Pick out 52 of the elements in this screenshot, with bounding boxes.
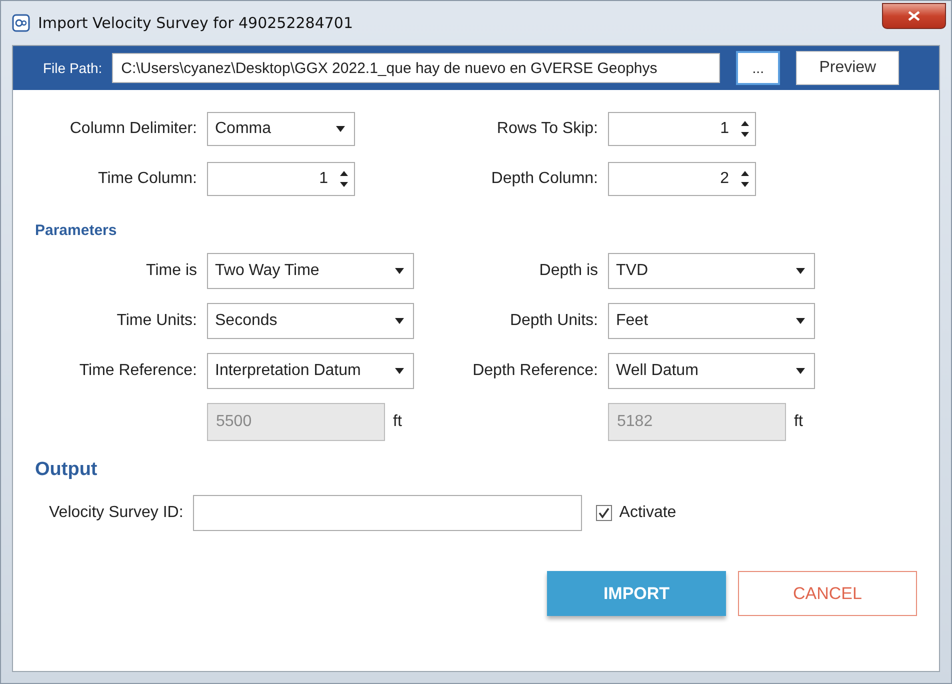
caret-icon (336, 126, 345, 132)
number-spinner[interactable]: 1 (608, 112, 756, 146)
field-label: Time is (145, 262, 197, 280)
down-arrow-icon (741, 182, 749, 187)
close-button[interactable] (882, 3, 946, 29)
dropdown[interactable]: Interpretation Datum (207, 353, 414, 389)
field-label: Depth is (538, 262, 598, 280)
dropdown[interactable]: Seconds (207, 303, 414, 339)
app-icon (12, 14, 30, 32)
field-label: Column Delimiter: (68, 120, 197, 138)
section-heading: Parameters (34, 222, 118, 239)
field-label: Rows To Skip: (496, 120, 598, 138)
readonly-field: 5500 (207, 403, 385, 441)
file-path-field[interactable]: C:\Users\cyanez\Desktop\GGX 2022.1_que hay de nuevo en GVERSE Geophys (112, 53, 720, 83)
close-icon (908, 11, 920, 21)
field-label: Time Reference: (78, 362, 197, 380)
caret-icon (796, 368, 805, 374)
caret-icon (395, 368, 404, 374)
unit-label: ft (393, 413, 402, 431)
field-label: Time Column: (97, 170, 197, 188)
dropdown[interactable]: Comma (207, 112, 355, 146)
window-title: Import Velocity Survey for 490252284701 (38, 14, 354, 32)
checkbox-label: Activate (619, 504, 676, 522)
field-label: Time Units: (116, 312, 197, 330)
section-heading: Output (34, 459, 98, 481)
dropdown[interactable]: Two Way Time (207, 253, 414, 289)
caret-icon (395, 268, 404, 274)
field-label: Depth Units: (508, 312, 598, 330)
caret-icon (395, 318, 404, 324)
check-icon (598, 507, 610, 519)
number-spinner[interactable]: 2 (608, 162, 756, 196)
field-label: Depth Column: (490, 170, 598, 188)
caret-icon (796, 318, 805, 324)
readonly-field: 5182 (608, 403, 786, 441)
up-arrow-icon (741, 171, 749, 176)
survey-id-field[interactable] (193, 495, 582, 531)
up-arrow-icon (340, 171, 348, 176)
browse-button[interactable]: ... (736, 51, 780, 85)
number-spinner[interactable]: 1 (207, 162, 355, 196)
dropdown[interactable]: Well Datum (608, 353, 815, 389)
preview-button[interactable]: Preview (796, 51, 900, 85)
down-arrow-icon (741, 132, 749, 137)
field-label: File Path: (43, 60, 102, 76)
up-arrow-icon (741, 121, 749, 126)
checkbox[interactable] (596, 505, 612, 521)
dropdown[interactable]: TVD (608, 253, 815, 289)
caret-icon (796, 268, 805, 274)
down-arrow-icon (340, 182, 348, 187)
dropdown[interactable]: Feet (608, 303, 815, 339)
field-label: Velocity Survey ID: (49, 504, 184, 522)
unit-label: ft (794, 413, 803, 431)
field-label: Depth Reference: (472, 362, 598, 380)
